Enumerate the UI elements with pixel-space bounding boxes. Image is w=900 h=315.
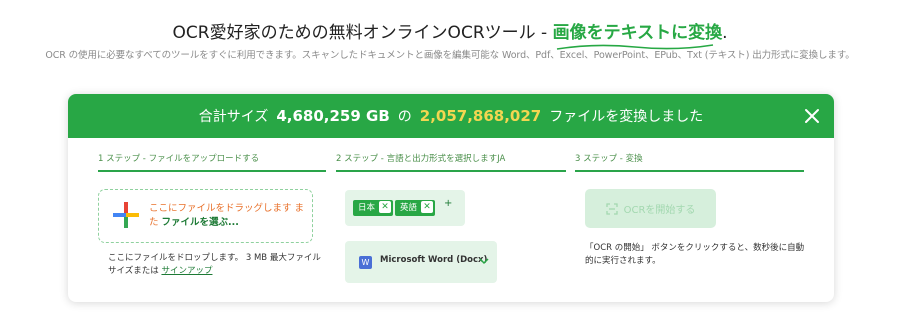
upload-limit-note: ここにファイルをドロップします。 3 MB 最大ファイル サイズまたは サインア…	[108, 252, 323, 278]
file-dropzone[interactable]: ここにファイルをドラッグします また ファイルを選ぶ...	[98, 189, 313, 243]
headline-highlight-text: 画像をテキストに変換	[552, 23, 723, 43]
start-ocr-button[interactable]: OCRを開始する	[585, 189, 716, 228]
upload-limit-text: ここにファイルをドロップします。 3 MB 最大ファイル サイズまたは	[108, 253, 321, 276]
step-1-divider	[98, 170, 326, 172]
remove-icon[interactable]: ✕	[379, 200, 392, 213]
step-2-divider	[336, 170, 566, 172]
page-subtitle: OCR の使用に必要なすべてのツールをすぐに利用できます。スキャンしたドキュメン…	[45, 50, 855, 61]
ocr-card: 合計サイズ 4,680,259 GB の 2,057,868,027 ファイルを…	[68, 94, 834, 302]
remove-icon[interactable]: ✕	[421, 200, 434, 213]
language-chip-english: 英語 ✕	[395, 200, 436, 216]
language-chip-japanese: 日本 ✕	[353, 200, 394, 216]
start-ocr-label: OCRを開始する	[623, 205, 696, 216]
step-3-label: 3 ステップ - 変換	[575, 154, 643, 164]
stats-banner: 合計サイズ 4,680,259 GB の 2,057,868,027 ファイルを…	[68, 94, 834, 138]
language-selector[interactable]: 日本 ✕ 英語 ✕ +	[345, 190, 465, 226]
language-chip-label: 日本	[358, 203, 376, 213]
choose-file-link[interactable]: ファイルを選ぶ...	[162, 217, 239, 228]
plus-icon	[113, 202, 139, 228]
step-1-label: 1 ステップ - ファイルをアップロードする	[98, 154, 260, 164]
scan-icon	[605, 202, 618, 215]
banner-prefix: 合計サイズ	[198, 109, 269, 125]
chevron-down-icon	[479, 258, 489, 265]
headline-highlight: 画像をテキストに変換	[552, 23, 723, 50]
signup-link[interactable]: サインアップ	[161, 266, 212, 276]
file-count: 2,057,868,027	[419, 107, 542, 125]
banner-middle: の	[397, 109, 412, 125]
language-chip-label: 英語	[400, 203, 418, 213]
headline-suffix: .	[722, 23, 728, 43]
banner-suffix: ファイルを変換しました	[549, 109, 704, 125]
word-icon: W	[359, 256, 372, 269]
convert-note: 「OCR の開始」 ボタンをクリックすると、数秒後に自動的に実行されます。	[585, 243, 805, 266]
add-language-icon[interactable]: +	[444, 198, 452, 209]
output-format-select[interactable]: W Microsoft Word (Docx)	[345, 241, 497, 283]
step-2-label: 2 ステップ - 言語と出力形式を選択しますJA	[336, 154, 506, 164]
output-format-value: Microsoft Word (Docx)	[380, 255, 488, 265]
dropzone-text: ここにファイルをドラッグします また ファイルを選ぶ...	[149, 202, 309, 230]
close-icon[interactable]	[802, 106, 822, 126]
total-size: 4,680,259 GB	[276, 107, 390, 125]
page-headline: OCR愛好家のための無料オンラインOCRツール - 画像をテキストに変換.	[0, 18, 900, 50]
step-3-divider	[575, 170, 804, 172]
headline-prefix: OCR愛好家のための無料オンラインOCRツール -	[172, 23, 553, 43]
